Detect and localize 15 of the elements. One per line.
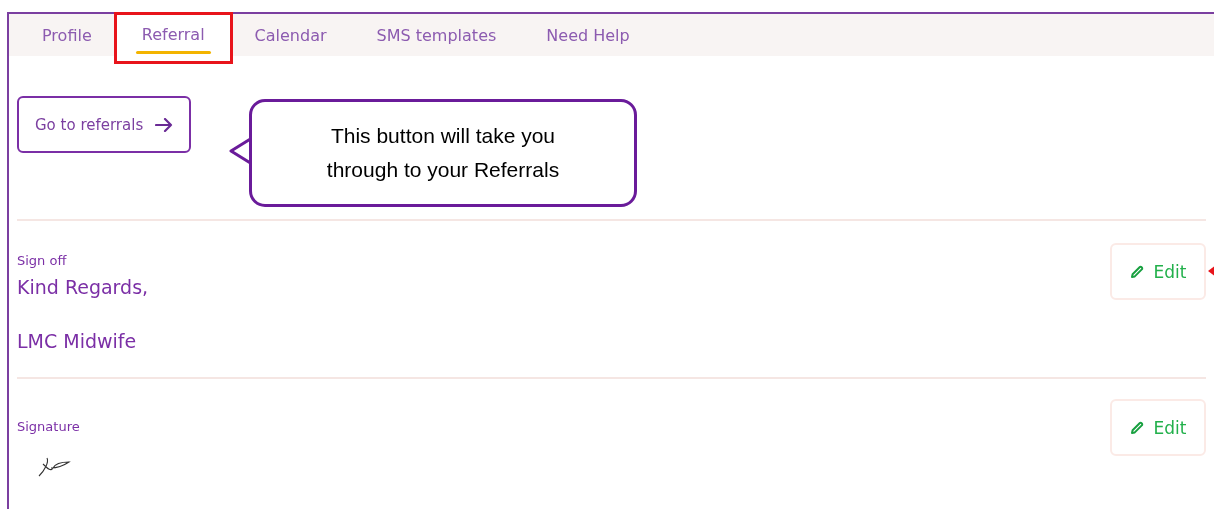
signature-drawing	[37, 456, 71, 478]
pencil-icon	[1129, 264, 1144, 279]
field-label: Signature	[17, 419, 80, 434]
callout: This button will take you through to your Referrals	[249, 99, 637, 207]
sign-off-text: LMC Midwife	[17, 329, 138, 354]
field-label: Sign off	[17, 253, 68, 268]
tab[interactable]: SMS templates	[351, 14, 522, 56]
edit-button[interactable]: Edit	[1110, 243, 1206, 300]
sign-off-text: Kind Regards,	[17, 275, 149, 300]
pencil-icon	[1129, 420, 1144, 435]
tab[interactable]: Referral	[113, 12, 233, 64]
go-to-referrals-button[interactable]: Go to referrals	[17, 96, 192, 153]
edit-button[interactable]: Edit	[1110, 399, 1206, 456]
tab[interactable]: Need Help	[521, 14, 655, 56]
arrow-right-icon	[155, 117, 174, 132]
